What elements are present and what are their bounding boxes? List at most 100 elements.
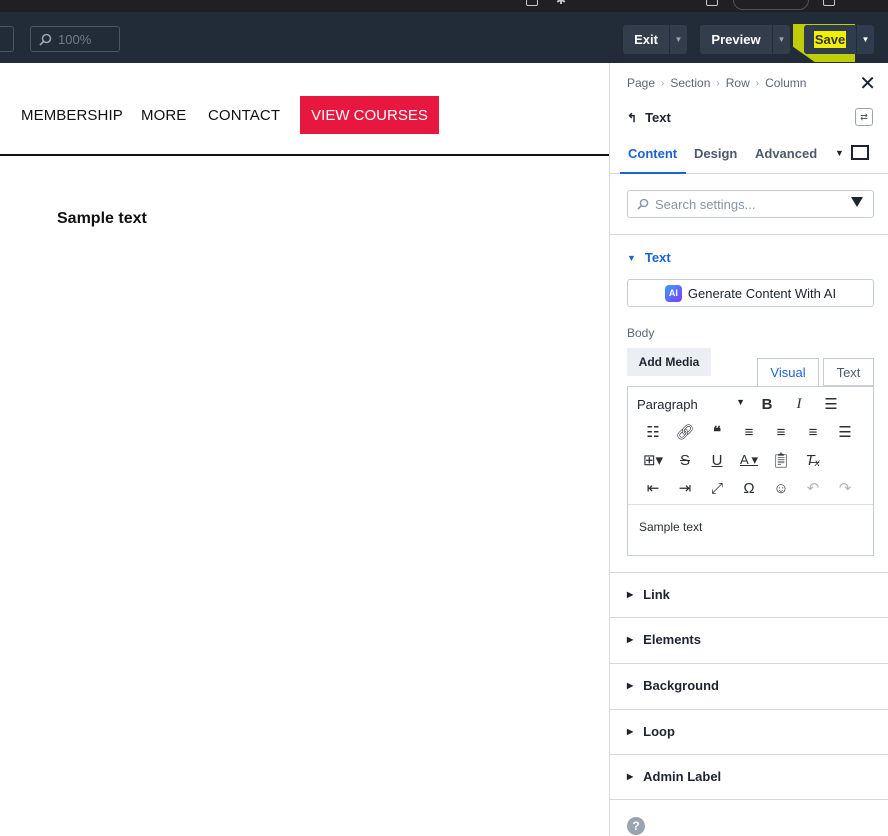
editor-tab-visual[interactable]: Visual <box>757 358 819 386</box>
tab-content[interactable]: Content <box>628 146 677 161</box>
special-character-icon[interactable]: Ω <box>733 480 765 497</box>
tab-advanced[interactable]: Advanced <box>755 146 817 161</box>
chevron-down-icon: ▼ <box>736 396 745 407</box>
fullscreen-icon[interactable]: ⤢ <box>701 480 733 497</box>
divider <box>610 572 888 573</box>
caret-right-icon: ▶ <box>627 590 634 599</box>
tab-design[interactable]: Design <box>694 146 737 161</box>
toolbar-row: ☷ 🔗︎ ❝ ≡ ≡ ≡ ☰ <box>637 422 861 442</box>
divider <box>610 754 888 755</box>
exit-dropdown-chevron-icon[interactable]: ▼ <box>669 25 687 54</box>
paste-text-icon[interactable]: 📋︎ <box>765 451 797 469</box>
italic-icon[interactable]: I <box>783 396 815 413</box>
puzzle-icon[interactable]: ✱ <box>556 0 568 7</box>
download-icon[interactable] <box>706 0 718 6</box>
breadcrumb-row[interactable]: Row <box>726 76 750 90</box>
nav-item-more[interactable]: MORE <box>141 107 186 124</box>
search-placeholder: Search settings... <box>655 196 756 212</box>
zoom-control[interactable]: 100% <box>30 26 120 52</box>
chevron-right-icon: › <box>661 77 665 89</box>
toolbar-row: ⇤ ⇥ ⤢ Ω ☺ ↶ ↷ <box>637 478 861 498</box>
save-label: Save <box>813 31 847 48</box>
help-icon[interactable]: ? <box>627 817 645 835</box>
filter-icon[interactable] <box>851 197 863 207</box>
nav-item-membership[interactable]: MEMBERSHIP <box>21 107 123 124</box>
divider <box>610 617 888 618</box>
bullet-list-icon[interactable]: ☰ <box>815 395 847 413</box>
section-text-header[interactable]: ▼ Text <box>627 250 671 265</box>
breadcrumb-column[interactable]: Column <box>765 76 806 90</box>
add-media-button[interactable]: Add Media <box>627 348 711 376</box>
toolbar-row: ⊞▾ S U A ▾ 📋︎ T̶ₓ <box>637 450 829 470</box>
breadcrumb-page[interactable]: Page <box>627 76 655 90</box>
caret-right-icon: ▶ <box>627 772 634 781</box>
align-right-icon[interactable]: ≡ <box>797 424 829 441</box>
responsive-square-icon[interactable] <box>851 145 869 160</box>
section-background-header[interactable]: ▶ Background <box>627 678 719 693</box>
generate-ai-label: Generate Content With AI <box>687 285 837 301</box>
clear-formatting-icon[interactable]: T̶ₓ <box>797 452 829 469</box>
view-courses-button[interactable]: VIEW COURSES <box>300 96 439 134</box>
generate-ai-button[interactable]: AI Generate Content With AI <box>627 279 874 307</box>
caret-down-icon: ▼ <box>627 252 636 263</box>
active-tab-indicator <box>620 172 686 174</box>
section-elements-header[interactable]: ▶ Elements <box>627 632 701 647</box>
strikethrough-icon[interactable]: S <box>669 452 701 469</box>
ai-icon: AI <box>664 284 682 302</box>
text-color-icon[interactable]: A ▾ <box>733 452 765 468</box>
undo-icon[interactable]: ↶ <box>797 479 829 497</box>
align-left-icon[interactable]: ≡ <box>733 424 765 441</box>
editor-content[interactable]: Sample text <box>639 520 702 534</box>
caret-right-icon: ▶ <box>627 727 634 736</box>
builder-toolbar: 100% Exit ▼ Preview ▼ Save ▼ <box>0 12 888 63</box>
section-text-label: Text <box>644 250 671 265</box>
caret-right-icon: ▶ <box>627 635 634 644</box>
chevron-right-icon: › <box>755 77 760 89</box>
emoji-icon[interactable]: ☺ <box>765 480 797 497</box>
menu-icon[interactable] <box>823 0 835 6</box>
preview-button[interactable]: Preview <box>700 25 772 54</box>
align-justify-icon[interactable]: ☰ <box>829 423 861 441</box>
outdent-icon[interactable]: ⇤ <box>637 479 669 497</box>
profile-pill[interactable] <box>733 0 809 10</box>
close-icon[interactable]: ✕ <box>859 74 876 94</box>
section-link-header[interactable]: ▶ Link <box>627 587 670 602</box>
sample-text-module[interactable]: Sample text <box>57 210 147 228</box>
save-dropdown-chevron-icon[interactable]: ▼ <box>856 25 874 54</box>
exit-button[interactable]: Exit <box>623 25 669 54</box>
breadcrumb: Page › Section › Row › Column <box>627 76 806 90</box>
indent-icon[interactable]: ⇥ <box>669 479 701 497</box>
paragraph-select-value: Paragraph <box>637 396 698 412</box>
section-loop-header[interactable]: ▶ Loop <box>627 724 675 739</box>
back-arrow-icon[interactable]: ↰ <box>627 111 637 125</box>
numbered-list-icon[interactable]: ☷ <box>637 423 669 441</box>
toolbar-row: Paragraph ▼ B I ☰ <box>637 394 847 414</box>
underline-icon[interactable]: U <box>701 452 733 469</box>
element-title: ↰ Text <box>627 110 671 125</box>
divider <box>610 709 888 710</box>
link-icon[interactable]: 🔗︎ <box>669 423 701 441</box>
tabs-more-chevron-icon[interactable]: ▼ <box>835 148 844 158</box>
left-toolbar-control[interactable] <box>0 26 14 52</box>
nav-item-contact[interactable]: CONTACT <box>208 107 280 124</box>
bold-icon[interactable]: B <box>751 396 783 413</box>
window-icon[interactable] <box>526 0 538 6</box>
preview-dropdown-chevron-icon[interactable]: ▼ <box>772 25 790 54</box>
redo-icon[interactable]: ↷ <box>829 479 861 497</box>
search-settings-input[interactable]: Search settings... <box>627 190 874 218</box>
editor-tab-text[interactable]: Text <box>823 358 874 386</box>
element-title-label: Text <box>645 110 671 125</box>
search-icon <box>637 198 649 210</box>
save-button[interactable]: Save <box>804 25 856 54</box>
paragraph-select[interactable]: Paragraph ▼ <box>637 397 751 412</box>
breadcrumb-section[interactable]: Section <box>670 76 710 90</box>
layout-toggle-icon[interactable]: ⇄ <box>855 108 873 126</box>
table-icon[interactable]: ⊞▾ <box>637 451 669 469</box>
divider <box>610 663 888 664</box>
divider <box>610 799 888 800</box>
section-loop-label: Loop <box>643 724 675 739</box>
blockquote-icon[interactable]: ❝ <box>701 423 733 441</box>
section-admin-label-header[interactable]: ▶ Admin Label <box>627 769 721 784</box>
chevron-right-icon: › <box>716 77 720 89</box>
align-center-icon[interactable]: ≡ <box>765 424 797 441</box>
